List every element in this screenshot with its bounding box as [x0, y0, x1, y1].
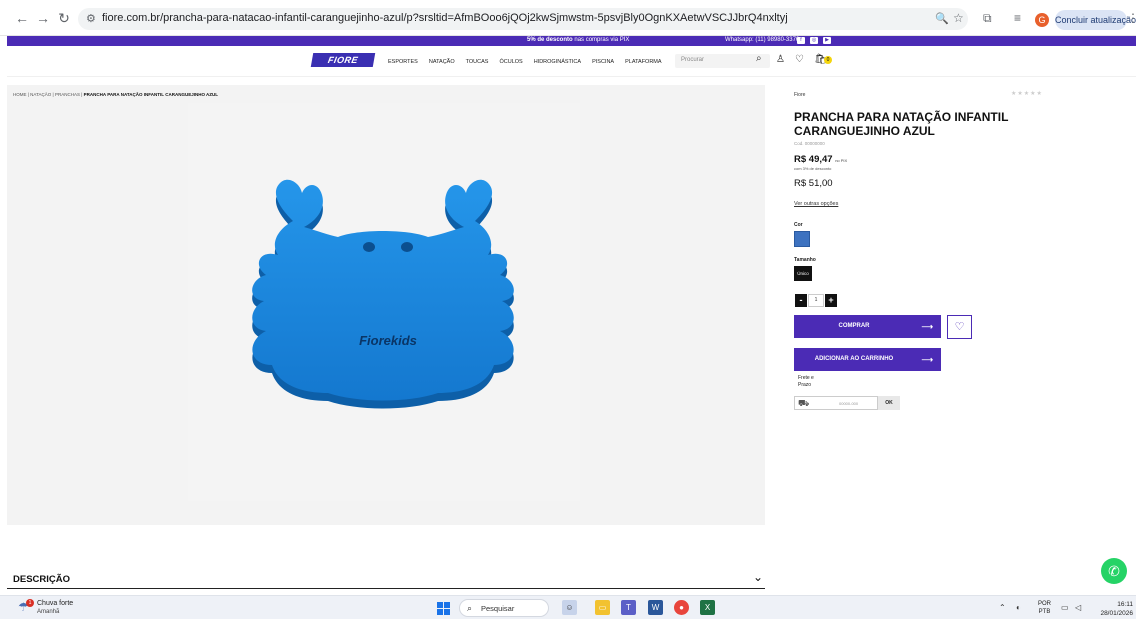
search-icon[interactable]: ⌕ [756, 53, 762, 64]
menu-item-hidroginastica[interactable]: HIDROGINÁSTICA [534, 59, 581, 65]
extensions-icon[interactable]: ⧉ [983, 11, 992, 26]
price-full: R$ 51,00 [794, 178, 833, 189]
bookmark-star-icon[interactable]: ☆ [953, 11, 964, 25]
excel-icon[interactable]: X [700, 600, 715, 615]
account-icon[interactable]: ♙ [776, 54, 785, 65]
crab-brand-text: Fiorekids [359, 333, 417, 348]
buy-button-label: COMPRAR [838, 323, 870, 329]
quantity-input[interactable]: 1 [808, 294, 824, 307]
address-bar[interactable]: ⚙ fiore.com.br/prancha-para-natacao-infa… [78, 8, 968, 30]
url-text: fiore.com.br/prancha-para-natacao-infant… [102, 12, 788, 24]
product-sku: Cod. 00000000 [794, 141, 825, 146]
browser-toolbar: ← → ↻ ⚙ fiore.com.br/prancha-para-nataca… [0, 0, 1136, 36]
cep-input[interactable]: ⛟ 00000-000 [794, 396, 878, 410]
other-options-link[interactable]: Ver outras opções [794, 201, 838, 207]
search-placeholder: Procurar [681, 57, 705, 63]
heart-icon: ♡ [954, 321, 965, 333]
product-brand[interactable]: Fiore [794, 92, 805, 98]
cart-count-badge: 0 [824, 56, 832, 64]
menu-item-toucas[interactable]: TOUCAS [466, 59, 489, 65]
people-app-icon[interactable]: ☺ [562, 600, 577, 615]
arrow-right-icon: ⟶ [921, 322, 933, 331]
breadcrumb-home[interactable]: HOME [13, 92, 27, 97]
reload-icon[interactable]: ↻ [56, 10, 72, 26]
taskbar-search[interactable]: ⌕ Pesquisar [459, 599, 549, 617]
display-icon[interactable]: ▭ [1061, 603, 1069, 612]
volume-icon[interactable]: ◁ [1075, 603, 1081, 612]
profile-avatar[interactable]: G [1035, 13, 1049, 27]
forward-icon[interactable]: → [35, 10, 51, 26]
breadcrumb-natacao[interactable]: NATAÇÃO [30, 92, 51, 97]
menu-item-piscina[interactable]: PISCINA [592, 59, 614, 65]
media-icon[interactable]: ≡ [1014, 11, 1021, 25]
add-to-cart-label: ADICIONAR AO CARRINHO [814, 356, 894, 362]
site-logo[interactable]: FIORE [310, 53, 376, 67]
menu-item-natacao[interactable]: NATAÇÃO [429, 59, 455, 65]
weather-badge: 1 [26, 599, 34, 607]
menu-item-esportes[interactable]: ESPORTES [388, 59, 418, 65]
breadcrumb-pranchas[interactable]: PRANCHAS [55, 92, 80, 97]
menu-item-plataforma[interactable]: PLATAFORMA [625, 59, 661, 65]
shipping-label: Frete e Prazo [798, 375, 814, 388]
site-header: FIORE ESPORTES NATAÇÃO TOUCAS ÓCULOS HID… [7, 47, 1136, 77]
facebook-icon[interactable]: f [797, 37, 805, 44]
taskbar-search-label: Pesquisar [481, 604, 515, 613]
cep-placeholder: 00000-000 [839, 401, 859, 406]
weather-subtitle: Amanhã [37, 609, 60, 615]
word-icon[interactable]: W [648, 600, 663, 615]
arrow-right-icon: ⟶ [921, 355, 933, 364]
file-explorer-icon[interactable]: ▭ [595, 600, 610, 615]
wishlist-icon[interactable]: ♡ [795, 54, 804, 65]
breadcrumb: HOME | NATAÇÃO | PRANCHAS | PRANCHA PARA… [13, 92, 219, 97]
cep-ok-button[interactable]: OK [878, 396, 900, 410]
color-label: Cor [794, 222, 803, 228]
weather-title[interactable]: Chuva forte [37, 600, 73, 607]
price-pix: R$ 49,47 no PIX [794, 154, 848, 165]
menu-item-oculos[interactable]: ÓCULOS [499, 59, 522, 65]
teams-icon[interactable]: T [621, 600, 636, 615]
main-menu: ESPORTES NATAÇÃO TOUCAS ÓCULOS HIDROGINÁ… [388, 59, 662, 65]
quantity-decrease-button[interactable]: - [795, 294, 807, 307]
product-gallery: HOME | NATAÇÃO | PRANCHAS | PRANCHA PARA… [7, 85, 765, 525]
promo-bar: 5% de desconto nas compras via PIX Whats… [7, 36, 1136, 46]
system-clock[interactable]: 16:11 28/01/2026 [1095, 600, 1133, 618]
crab-float-image: Fiorekids [252, 179, 514, 409]
promo-text: 5% de desconto nas compras via PIX [527, 37, 630, 43]
windows-taskbar: ☂ 1 Chuva forte Amanhã ⌕ Pesquisar ☺ ▭ T… [0, 595, 1136, 619]
price-discount-note: com 3% de desconto [794, 166, 832, 171]
quantity-increase-button[interactable]: + [825, 294, 837, 307]
description-title[interactable]: DESCRIÇÃO [13, 574, 70, 585]
search-icon: ⌕ [467, 603, 473, 613]
product-image[interactable]: Fiorekids [188, 103, 580, 501]
price-pix-label: no PIX [835, 158, 848, 163]
color-swatch-blue[interactable] [794, 231, 810, 247]
size-label: Tamanho [794, 257, 816, 263]
language-indicator[interactable]: POR PTB [1038, 600, 1051, 616]
windows-start-icon[interactable] [437, 602, 450, 615]
add-to-cart-button[interactable]: ADICIONAR AO CARRINHO ⟶ [794, 348, 941, 371]
divider [7, 588, 765, 589]
zoom-icon[interactable]: 🔍 [935, 12, 949, 25]
rating-stars: ★★★★★ [1011, 91, 1043, 97]
whatsapp-float-icon[interactable]: ✆ [1101, 558, 1127, 584]
network-status-icon[interactable]: ◐ [1016, 603, 1021, 612]
youtube-icon[interactable]: ▶ [823, 37, 831, 44]
wishlist-button[interactable]: ♡ [947, 315, 972, 339]
update-button[interactable]: Concluir atualização [1055, 10, 1136, 30]
browser-menu-icon[interactable]: ⋮ [1127, 11, 1136, 25]
size-option-unico[interactable]: Único [794, 266, 812, 281]
back-icon[interactable]: ← [14, 10, 30, 26]
instagram-icon[interactable]: ◎ [810, 37, 818, 44]
chevron-down-icon[interactable]: ⌄ [753, 570, 763, 584]
buy-button[interactable]: COMPRAR ⟶ [794, 315, 941, 338]
product-title: PRANCHA PARA NATAÇÃO INFANTIL CARANGUEJI… [794, 110, 1009, 138]
site-info-icon[interactable]: ⚙ [86, 12, 96, 25]
tray-chevron-icon[interactable]: ⌃ [999, 603, 1006, 612]
truck-icon: ⛟ [798, 398, 810, 408]
breadcrumb-current: PRANCHA PARA NATAÇÃO INFANTIL CARANGUEJI… [83, 92, 219, 97]
chrome-icon[interactable]: ● [674, 600, 689, 615]
promo-whatsapp[interactable]: Whatsapp: (11) 98980-3376 [725, 37, 799, 43]
